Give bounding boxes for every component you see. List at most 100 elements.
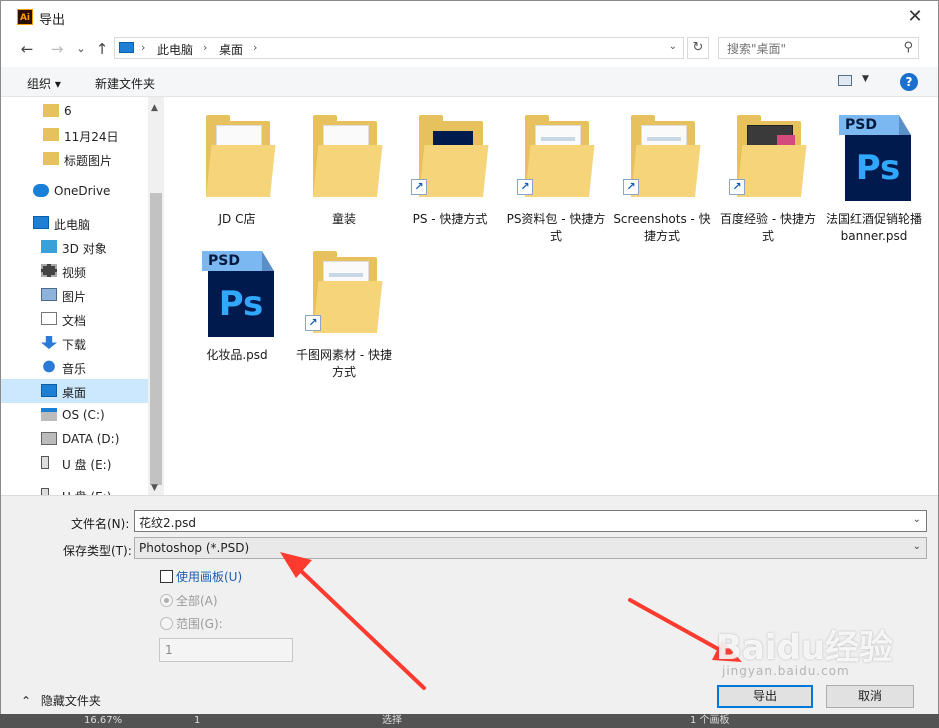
filename-label: 文件名(N): — [71, 517, 130, 531]
psd-file-icon: PSD Ps — [839, 115, 911, 201]
text-lines-icon — [647, 137, 681, 141]
up-button[interactable]: ↑ — [92, 39, 112, 59]
shortcut-arrow-icon: ↗ — [729, 179, 745, 195]
file-item[interactable]: Ps↗ PS - 快捷方式 — [398, 105, 502, 239]
file-name: 百度经验 - 快捷方式 — [720, 212, 816, 243]
refresh-button[interactable]: ↻ — [687, 37, 709, 59]
export-button[interactable]: 导出 — [717, 685, 813, 708]
photoshop-icon: Ps — [845, 135, 911, 201]
file-item[interactable]: X JD C店 — [185, 105, 289, 239]
breadcrumb-desktop[interactable]: 桌面 — [219, 41, 243, 58]
psd-file-icon: PSD Ps — [202, 251, 274, 337]
all-artboards-radio[interactable] — [160, 594, 173, 607]
export-dialog: Ai 导出 ✕ ← → ⌄ ↑ › 此电脑 › 桌面 › ⌄ ↻ ⚲ 组织 ▾ … — [0, 0, 939, 728]
sidebar-item[interactable]: OS (C:) — [1, 403, 148, 427]
all-artboards-label: 全部(A) — [176, 594, 218, 608]
search-icon: ⚲ — [903, 40, 913, 55]
chevron-up-icon: ⌃ — [21, 694, 32, 708]
scroll-down-icon[interactable]: ▼ — [151, 483, 158, 493]
range-radio[interactable] — [160, 617, 173, 630]
breadcrumb-this-pc[interactable]: 此电脑 — [157, 41, 193, 58]
file-item[interactable]: PSD Ps 化妆品.psd — [185, 241, 289, 375]
chevron-down-icon[interactable]: ⌄ — [913, 541, 921, 552]
text-lines-icon — [329, 273, 363, 277]
close-button[interactable]: ✕ — [900, 5, 930, 29]
view-options-icon[interactable] — [838, 75, 852, 86]
address-bar[interactable]: › 此电脑 › 桌面 › ⌄ — [114, 37, 684, 59]
folder-icon: X — [309, 115, 383, 201]
recent-locations-button[interactable]: ⌄ — [71, 39, 91, 59]
usb-drive-icon — [41, 488, 49, 495]
folder-icon — [43, 104, 59, 117]
navigation-bar: ← → ⌄ ↑ › 此电脑 › 桌面 › ⌄ ↻ ⚲ — [1, 33, 938, 65]
help-button[interactable]: ? — [900, 73, 918, 91]
save-type-label: 保存类型(T): — [63, 544, 132, 558]
photoshop-icon: Ps — [208, 271, 274, 337]
sidebar-scrollbar[interactable]: ▲ ▼ — [148, 97, 164, 495]
sidebar-item[interactable]: 此电脑 — [1, 211, 148, 235]
search-input[interactable] — [725, 40, 899, 58]
sidebar-item[interactable]: 桌面 — [1, 379, 148, 403]
cancel-button[interactable]: 取消 — [826, 685, 914, 708]
folder-icon: Ps↗ — [411, 115, 489, 201]
organize-menu[interactable]: 组织 ▾ — [27, 75, 61, 92]
sidebar-item[interactable]: 标题图片 — [1, 147, 148, 171]
navigation-pane: U 盘 (E:) U 盘 (E:) DATA (D:) OS (C:) 桌面 音乐 下载 文档… — [1, 97, 164, 495]
file-name: 法国红酒促销轮播banner.psd — [825, 212, 922, 243]
file-item[interactable]: ↗ Screenshots - 快捷方式 — [610, 105, 714, 243]
forward-button[interactable]: → — [47, 39, 67, 59]
file-name: PS资料包 - 快捷方式 — [506, 212, 606, 243]
scroll-up-icon[interactable]: ▲ — [151, 103, 158, 113]
scrollbar-thumb[interactable] — [150, 193, 162, 485]
filename-field[interactable]: 花纹2.psd ⌄ — [134, 510, 927, 532]
sidebar-item[interactable]: 11月24日 — [1, 123, 148, 147]
file-name: 童装 — [331, 212, 356, 226]
hide-folders-toggle[interactable]: ⌃ 隐藏文件夹 — [21, 692, 101, 709]
folder-icon: ↗ — [305, 251, 383, 337]
artboard-count: 1 个画板 — [690, 715, 730, 726]
psd-badge: PSD — [839, 115, 899, 135]
sidebar-item[interactable]: U 盘 (E:) — [1, 483, 148, 495]
back-button[interactable]: ← — [17, 39, 37, 59]
sidebar-item[interactable]: 文档 — [1, 307, 148, 331]
sidebar-item-label: 3D 对象 — [62, 242, 107, 256]
range-input[interactable]: 1 — [159, 638, 293, 662]
sidebar-item[interactable]: OneDrive — [1, 179, 148, 203]
sidebar-item[interactable]: 图片 — [1, 283, 148, 307]
sidebar-item[interactable]: DATA (D:) — [1, 427, 148, 451]
computer-icon — [119, 42, 134, 53]
title-bar: Ai 导出 ✕ — [1, 1, 938, 33]
sidebar-item-label: 标题图片 — [64, 154, 113, 168]
sidebar-item[interactable]: 视频 — [1, 259, 148, 283]
watermark-url: jingyan.baidu.com — [722, 664, 850, 678]
breadcrumb-separator: › — [203, 41, 208, 54]
sidebar-item[interactable]: 音乐 — [1, 355, 148, 379]
file-item[interactable]: ↗ 千图网素材 - 快捷方式 — [292, 241, 396, 379]
folder-front-icon — [631, 145, 701, 197]
chevron-down-icon[interactable]: ⌄ — [913, 514, 921, 525]
use-artboards-checkbox[interactable] — [160, 570, 173, 583]
music-icon — [43, 360, 55, 373]
save-type-select[interactable]: Photoshop (*.PSD) ⌄ — [134, 537, 927, 559]
sidebar-item[interactable]: 6 — [1, 99, 148, 123]
file-item[interactable]: X 童装 — [292, 105, 396, 239]
view-dropdown-icon[interactable]: ▼ — [862, 74, 869, 84]
new-folder-button[interactable]: 新建文件夹 — [95, 75, 155, 92]
use-artboards-label[interactable]: 使用画板(U) — [176, 568, 242, 585]
sidebar-item[interactable]: 3D 对象 — [1, 235, 148, 259]
cube-icon — [41, 240, 57, 253]
file-item[interactable]: ↗ 百度经验 - 快捷方式 — [716, 105, 820, 243]
sidebar-item-label: U 盘 (E:) — [62, 488, 111, 495]
file-item[interactable]: ↗ PS资料包 - 快捷方式 — [504, 105, 608, 243]
chevron-down-icon[interactable]: ⌄ — [669, 41, 677, 52]
sidebar-item[interactable]: 下载 — [1, 331, 148, 355]
folder-icon — [43, 152, 59, 165]
psd-badge: PSD — [202, 251, 262, 271]
search-box[interactable]: ⚲ — [718, 37, 919, 59]
file-item[interactable]: PSD Ps 法国红酒促销轮播banner.psd — [822, 105, 926, 243]
sidebar-item[interactable]: U 盘 (E:) — [1, 451, 148, 475]
shortcut-arrow-icon: ↗ — [411, 179, 427, 195]
breadcrumb-separator: › — [141, 41, 146, 54]
usb-drive-icon — [41, 456, 49, 469]
folder-icon: ↗ — [729, 115, 807, 201]
